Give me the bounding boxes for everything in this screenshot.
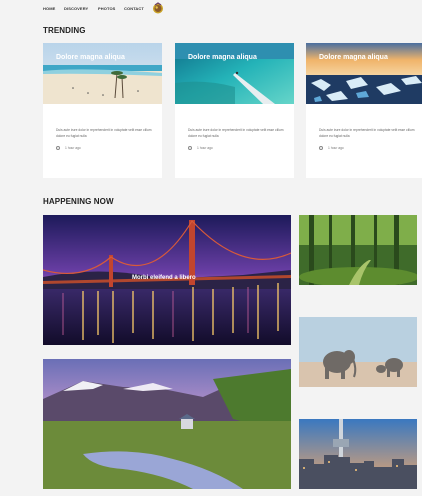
card-time: 1 hour ago: [65, 146, 81, 150]
nav-home[interactable]: HOME: [43, 6, 55, 11]
logo-icon[interactable]: [152, 2, 164, 14]
elephants-tile[interactable]: [299, 317, 417, 387]
trending-card-1[interactable]: Dolore magna aliqua Duis aute irure dolo…: [43, 43, 162, 178]
happening-heading: HAPPENING NOW: [43, 197, 114, 206]
nav-discovery[interactable]: DISCOVERY: [64, 6, 88, 11]
featured-caption[interactable]: Morbi eleifend a libero: [132, 275, 196, 281]
card-excerpt: Duis aute irure dolor in reprehenderit i…: [188, 128, 284, 138]
forest-tile[interactable]: [299, 215, 417, 285]
beach-image: [43, 43, 162, 104]
clock-icon: [188, 146, 192, 150]
nav-photos[interactable]: PHOTOS: [98, 6, 115, 11]
card-excerpt: Duis aute irure dolor in reprehenderit i…: [319, 128, 415, 138]
lagoon-image: [175, 43, 294, 104]
card-meta: 1 hour ago: [188, 146, 213, 150]
card-meta: 1 hour ago: [56, 146, 81, 150]
trending-card-2[interactable]: Dolore magna aliqua Duis aute irure dolo…: [175, 43, 294, 178]
card-meta: 1 hour ago: [319, 146, 344, 150]
card-title[interactable]: Dolore magna aliqua: [188, 54, 257, 61]
trending-card-3[interactable]: Dolore magna aliqua Duis aute irure dolo…: [306, 43, 422, 178]
nav-contact[interactable]: CONTACT: [124, 6, 144, 11]
card-title[interactable]: Dolore magna aliqua: [319, 54, 388, 61]
clock-icon: [56, 146, 60, 150]
city-tile[interactable]: [299, 419, 417, 489]
landscape-tile[interactable]: [43, 359, 291, 489]
ice-lagoon-image: [306, 43, 422, 104]
trending-heading: TRENDING: [43, 26, 86, 35]
featured-bridge-tile[interactable]: Morbi eleifend a libero: [43, 215, 291, 345]
card-title[interactable]: Dolore magna aliqua: [56, 54, 125, 61]
card-time: 1 hour ago: [197, 146, 213, 150]
card-time: 1 hour ago: [328, 146, 344, 150]
clock-icon: [319, 146, 323, 150]
card-excerpt: Duis aute irure dolor in reprehenderit i…: [56, 128, 152, 138]
